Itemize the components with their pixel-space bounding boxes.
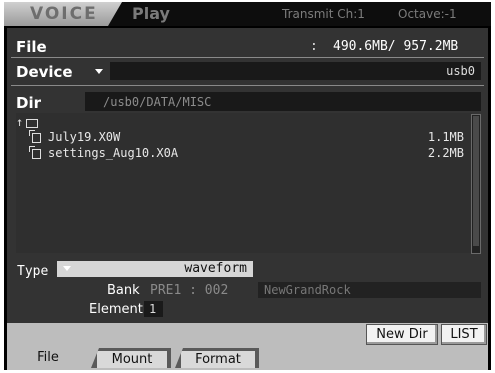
file-panel: File : 490.6MB/ 957.2MB Device usb0 Dir … <box>7 28 488 323</box>
divider <box>11 85 484 86</box>
file-icon <box>29 146 41 159</box>
file-icon <box>29 130 41 143</box>
device-value: usb0 <box>446 64 475 78</box>
storage-size: 490.6MB/ 957.2MB <box>333 39 459 54</box>
tab-file[interactable]: File <box>15 348 81 368</box>
file-size: 2.2MB <box>427 146 464 160</box>
file-size: 1.1MB <box>427 130 464 144</box>
type-select[interactable]: waveform <box>57 261 253 277</box>
up-directory-icon[interactable]: ↑ <box>16 115 23 129</box>
scrollbar[interactable] <box>471 114 481 254</box>
mode-label: VOICE <box>30 4 98 24</box>
tab-format[interactable]: Format <box>175 348 259 368</box>
bank-name: NewGrandRock <box>264 283 351 297</box>
chevron-down-icon <box>63 266 71 271</box>
device-select[interactable]: usb0 <box>110 62 481 80</box>
dir-field: /usb0/DATA/MISC <box>85 92 481 111</box>
submode-label: Play <box>132 4 170 23</box>
file-name: settings_Aug10.X0A <box>48 146 179 160</box>
bottom-bar: New Dir LIST File Mount Format <box>7 323 488 370</box>
element-field[interactable]: 1 <box>144 301 163 317</box>
list-button[interactable]: LIST <box>441 324 487 345</box>
type-label: Type <box>17 264 49 279</box>
tab-mount[interactable]: Mount <box>91 348 171 368</box>
file-label: File <box>16 38 47 56</box>
element-label: Element <box>89 302 143 317</box>
dir-label: Dir <box>16 94 41 112</box>
file-size-colon: : <box>310 39 318 54</box>
folder-icon <box>26 119 38 128</box>
bank-name-field: NewGrandRock <box>258 282 481 298</box>
bank-label: Bank <box>107 283 140 298</box>
type-value: waveform <box>184 261 247 276</box>
screen: VOICE Play Transmit Ch:1 Octave:-1 File … <box>4 2 491 370</box>
file-name: July19.X0W <box>48 130 121 144</box>
dir-path: /usb0/DATA/MISC <box>103 95 212 109</box>
tab-label: Mount <box>111 352 153 367</box>
mode-voice-tab[interactable]: VOICE <box>4 2 122 26</box>
divider <box>11 57 484 58</box>
element-value: 1 <box>149 302 157 316</box>
list-item[interactable]: July19.X0W 1.1MB <box>16 130 472 145</box>
list-item[interactable]: settings_Aug10.X0A 2.2MB <box>16 146 472 161</box>
bank-value[interactable]: PRE1 : 002 <box>150 283 228 298</box>
scrollbar-thumb[interactable] <box>473 116 479 246</box>
tab-label: File <box>37 350 59 365</box>
octave-readout: Octave:-1 <box>398 7 457 21</box>
top-bar: VOICE Play Transmit Ch:1 Octave:-1 <box>4 2 491 26</box>
tab-label: Format <box>195 352 241 367</box>
device-label: Device <box>16 63 73 81</box>
new-dir-button[interactable]: New Dir <box>366 324 438 345</box>
device-dropdown-icon[interactable] <box>95 69 103 74</box>
transmit-channel: Transmit Ch:1 <box>282 7 365 21</box>
